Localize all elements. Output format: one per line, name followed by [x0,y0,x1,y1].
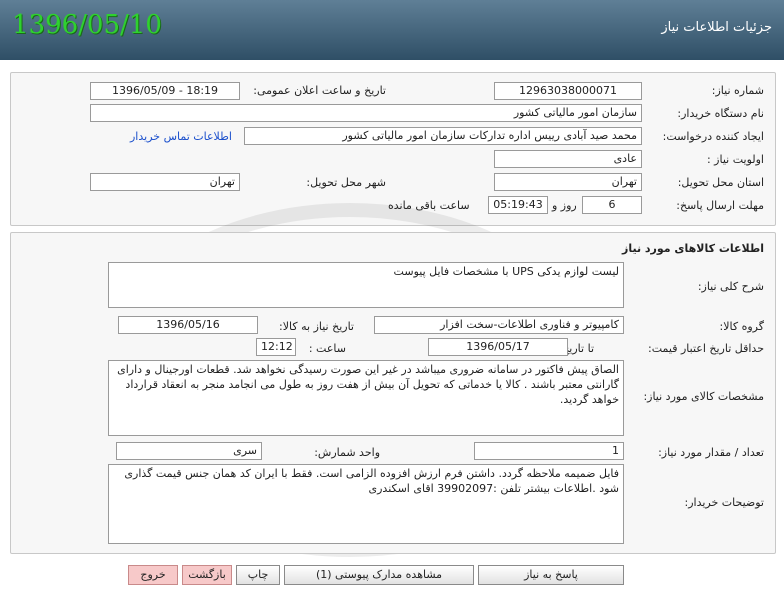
need-number-field: 12963038000071 [494,82,642,100]
view-attachments-button[interactable]: مشاهده مدارک پیوستی (1) [284,565,474,585]
need-date-label: تاریخ نیاز به کالا: [279,320,354,333]
header-date: 1396/05/10 [12,10,162,40]
unit-label: واحد شمارش: [314,446,380,459]
validity-date-field: 1396/05/17 [428,338,568,356]
creator-label: ایجاد کننده درخواست: [662,130,764,143]
need-number-label: شماره نیاز: [711,84,764,97]
province-label: استان محل تحویل: [677,176,764,189]
quantity-field: 1 [474,442,624,460]
announce-label: تاریخ و ساعت اعلان عمومی: [253,84,386,97]
page-title: جزئیات اطلاعات نیاز [661,20,772,35]
specs-field: الصاق پیش فاکتور در سامانه ضروری میباشد … [108,360,624,436]
buyer-field: سازمان امور مالیاتی کشور [90,104,642,122]
summary-field: لیست لوازم یدکی UPS با مشخصات فایل پیوست [108,262,624,308]
exit-button[interactable]: خروج [128,565,178,585]
buyer-contact-link[interactable]: اطلاعات تماس خریدار [130,130,232,143]
summary-label: شرح کلی نیاز: [697,280,764,293]
specs-label: مشخصات کالای مورد نیاز: [643,390,764,403]
goods-group-field: کامپیوتر و فناوری اطلاعات-سخت افزار [374,316,624,334]
goods-group-label: گروه کالا: [719,320,764,333]
need-date-field: 1396/05/16 [118,316,258,334]
quantity-label: تعداد / مقدار مورد نیاز: [658,446,764,459]
announce-field: 1396/05/09 - 18:19 [90,82,240,100]
creator-field: محمد صید آبادی رییس اداره تدارکات سازمان… [244,127,642,145]
buyer-notes-field: فایل ضمیمه ملاحظه گردد. داشتن فرم ارزش ا… [108,464,624,544]
respond-button[interactable]: پاسخ به نیاز [478,565,624,585]
unit-field: سری [116,442,262,460]
deadline-label: مهلت ارسال پاسخ: [676,199,764,212]
validity-time-field: 12:12 [256,338,296,356]
priority-field: عادی [494,150,642,168]
priority-label: اولویت نیاز : [706,153,764,166]
back-button[interactable]: بازگشت [182,565,232,585]
buyer-notes-label: توضیحات خریدار: [684,496,765,509]
buyer-label: نام دستگاه خریدار: [677,107,764,120]
price-validity-label: حداقل تاریخ اعتبار قیمت: [648,342,764,355]
validity-time-label: ساعت : [308,342,346,355]
goods-section-title: اطلاعات کالاهای مورد نیاز [622,242,764,255]
print-button[interactable]: چاپ [236,565,280,585]
